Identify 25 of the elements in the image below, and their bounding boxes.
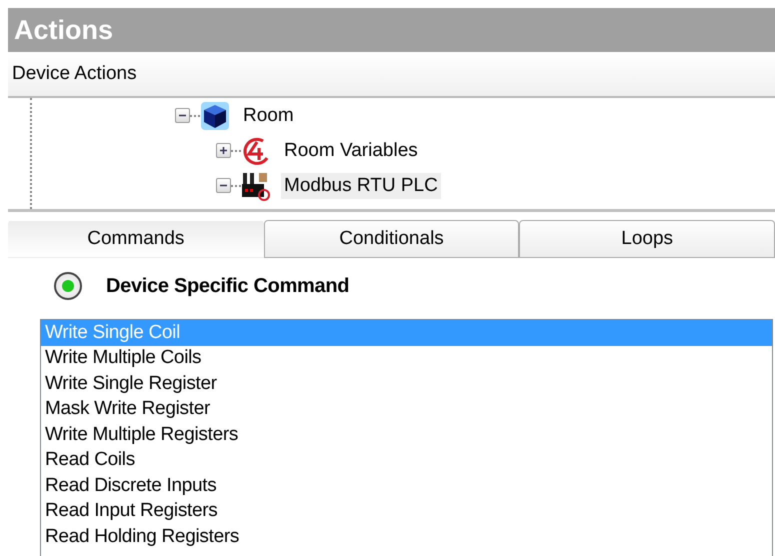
list-item[interactable]: Read Discrete Inputs — [41, 473, 772, 498]
list-item[interactable]: Read Holding Registers — [41, 524, 772, 550]
panel-title: Actions — [14, 14, 114, 46]
tab[interactable]: Conditionals — [264, 220, 520, 258]
collapse-toggle[interactable] — [216, 178, 231, 193]
variables-icon — [241, 136, 271, 166]
list-item[interactable]: Write Multiple Coils — [41, 346, 772, 371]
radio-button[interactable] — [54, 272, 82, 300]
list-item[interactable]: Mask Write Register — [41, 396, 772, 422]
collapse-toggle[interactable] — [175, 108, 190, 123]
tree-item[interactable]: Room — [240, 102, 297, 128]
tab[interactable]: Loops — [519, 220, 775, 258]
radio-label: Device Specific Command — [106, 274, 350, 298]
list-item[interactable]: Read Coils — [41, 448, 772, 473]
list-item[interactable]: Write Multiple Registers — [41, 422, 772, 448]
cube-icon — [200, 100, 230, 130]
plus-icon — [219, 146, 228, 155]
list-item[interactable]: Write Single Register — [41, 371, 772, 396]
list-item[interactable]: Read Input Registers — [41, 498, 772, 524]
tree-header: Device Actions — [12, 63, 137, 85]
tab[interactable]: Commands — [8, 220, 264, 258]
tree-item[interactable]: Modbus RTU PLC — [281, 172, 441, 198]
expand-toggle[interactable] — [216, 143, 231, 158]
tree-item[interactable]: Room Variables — [281, 138, 421, 164]
plc-device-icon — [241, 170, 271, 200]
